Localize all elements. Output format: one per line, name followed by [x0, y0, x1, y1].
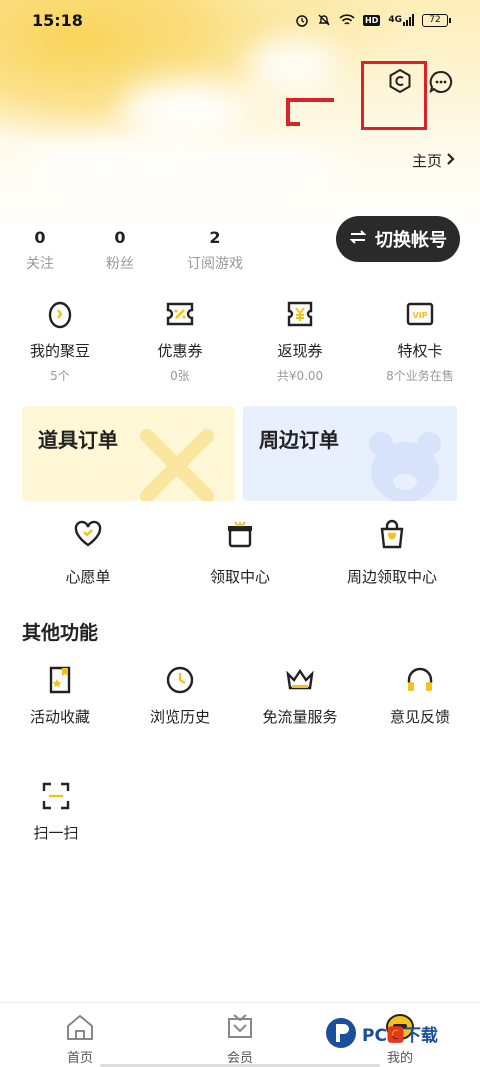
scan-item[interactable]: 扫一扫 [0, 780, 112, 843]
alarm-icon [295, 13, 309, 27]
home-icon [64, 1013, 96, 1045]
stat-following[interactable]: 0 关注 [22, 228, 58, 273]
site-watermark: PC🅲下载 [324, 1016, 438, 1050]
signal-icon: 4G [388, 14, 414, 26]
feedback-item[interactable]: 意见反馈 [360, 664, 480, 727]
crown-icon [284, 664, 316, 696]
bag-icon [376, 518, 408, 550]
switch-account-button[interactable]: 切换帐号 [336, 216, 460, 262]
item-orders-card[interactable]: 道具订单 [22, 406, 235, 501]
battery-icon: 72 [422, 13, 451, 27]
wallet-beans[interactable]: 我的聚豆 5个 [0, 298, 120, 384]
other-functions-row: 活动收藏 浏览历史 免流量服务 意见反馈 [0, 664, 480, 727]
gift-icon [224, 518, 256, 550]
watermark-logo-icon [326, 1018, 356, 1048]
cashback-icon [284, 298, 316, 330]
nav-home[interactable]: 首页 [0, 1003, 160, 1067]
other-functions-row-2: 扫一扫 [0, 780, 480, 843]
bear-icon [369, 432, 441, 501]
highlight-box [361, 61, 427, 130]
chevron-right-icon [446, 152, 456, 170]
stat-fans[interactable]: 0 粉丝 [102, 228, 138, 273]
free-data-service-item[interactable]: 免流量服务 [240, 664, 360, 727]
annotation-mark [286, 98, 334, 126]
swords-icon [140, 429, 214, 501]
member-icon [225, 1013, 255, 1045]
svg-text:VIP: VIP [412, 311, 427, 320]
wifi-icon [339, 13, 355, 27]
message-icon[interactable] [427, 68, 455, 96]
coupon-icon [164, 298, 196, 330]
headset-icon [404, 664, 436, 696]
merch-orders-label: 周边订单 [259, 428, 339, 452]
stats-row: 0 关注 0 粉丝 2 订阅游戏 [22, 228, 250, 273]
swap-icon [349, 229, 367, 250]
mute-icon [317, 13, 331, 27]
other-functions-title: 其他功能 [22, 622, 99, 644]
homepage-link[interactable]: 主页 [412, 150, 456, 171]
homepage-label: 主页 [411, 152, 442, 170]
status-time: 15:18 [32, 10, 83, 30]
browse-history-item[interactable]: 浏览历史 [120, 664, 240, 727]
wishlist-item[interactable]: 心愿单 [18, 518, 158, 587]
status-bar: 15:18 HD 4G 72 [0, 0, 480, 40]
bookmark-icon [44, 664, 76, 696]
wallet-row: 我的聚豆 5个 优惠券 0张 返现券 共¥0.00 VIP 特权卡 8个业务在售 [0, 298, 480, 384]
bean-icon [44, 298, 76, 330]
stat-subscribed-games[interactable]: 2 订阅游戏 [180, 228, 250, 273]
hd-icon: HD [363, 14, 381, 26]
clock-icon [164, 664, 196, 696]
vip-card-icon: VIP [404, 298, 436, 330]
heart-icon [72, 518, 104, 550]
scan-icon [40, 780, 72, 812]
wallet-vip-card[interactable]: VIP 特权卡 8个业务在售 [360, 298, 480, 384]
nav-member[interactable]: 会员 [160, 1003, 320, 1067]
service-row: 心愿单 领取中心 周边领取中心 [18, 518, 462, 587]
wallet-coupons[interactable]: 优惠券 0张 [120, 298, 240, 384]
claim-center-item[interactable]: 领取中心 [170, 518, 310, 587]
merch-claim-center-item[interactable]: 周边领取中心 [322, 518, 462, 587]
item-orders-label: 道具订单 [38, 428, 118, 452]
activity-favorites-item[interactable]: 活动收藏 [0, 664, 120, 727]
wallet-cashback[interactable]: 返现券 共¥0.00 [240, 298, 360, 384]
merch-orders-card[interactable]: 周边订单 [243, 406, 457, 501]
